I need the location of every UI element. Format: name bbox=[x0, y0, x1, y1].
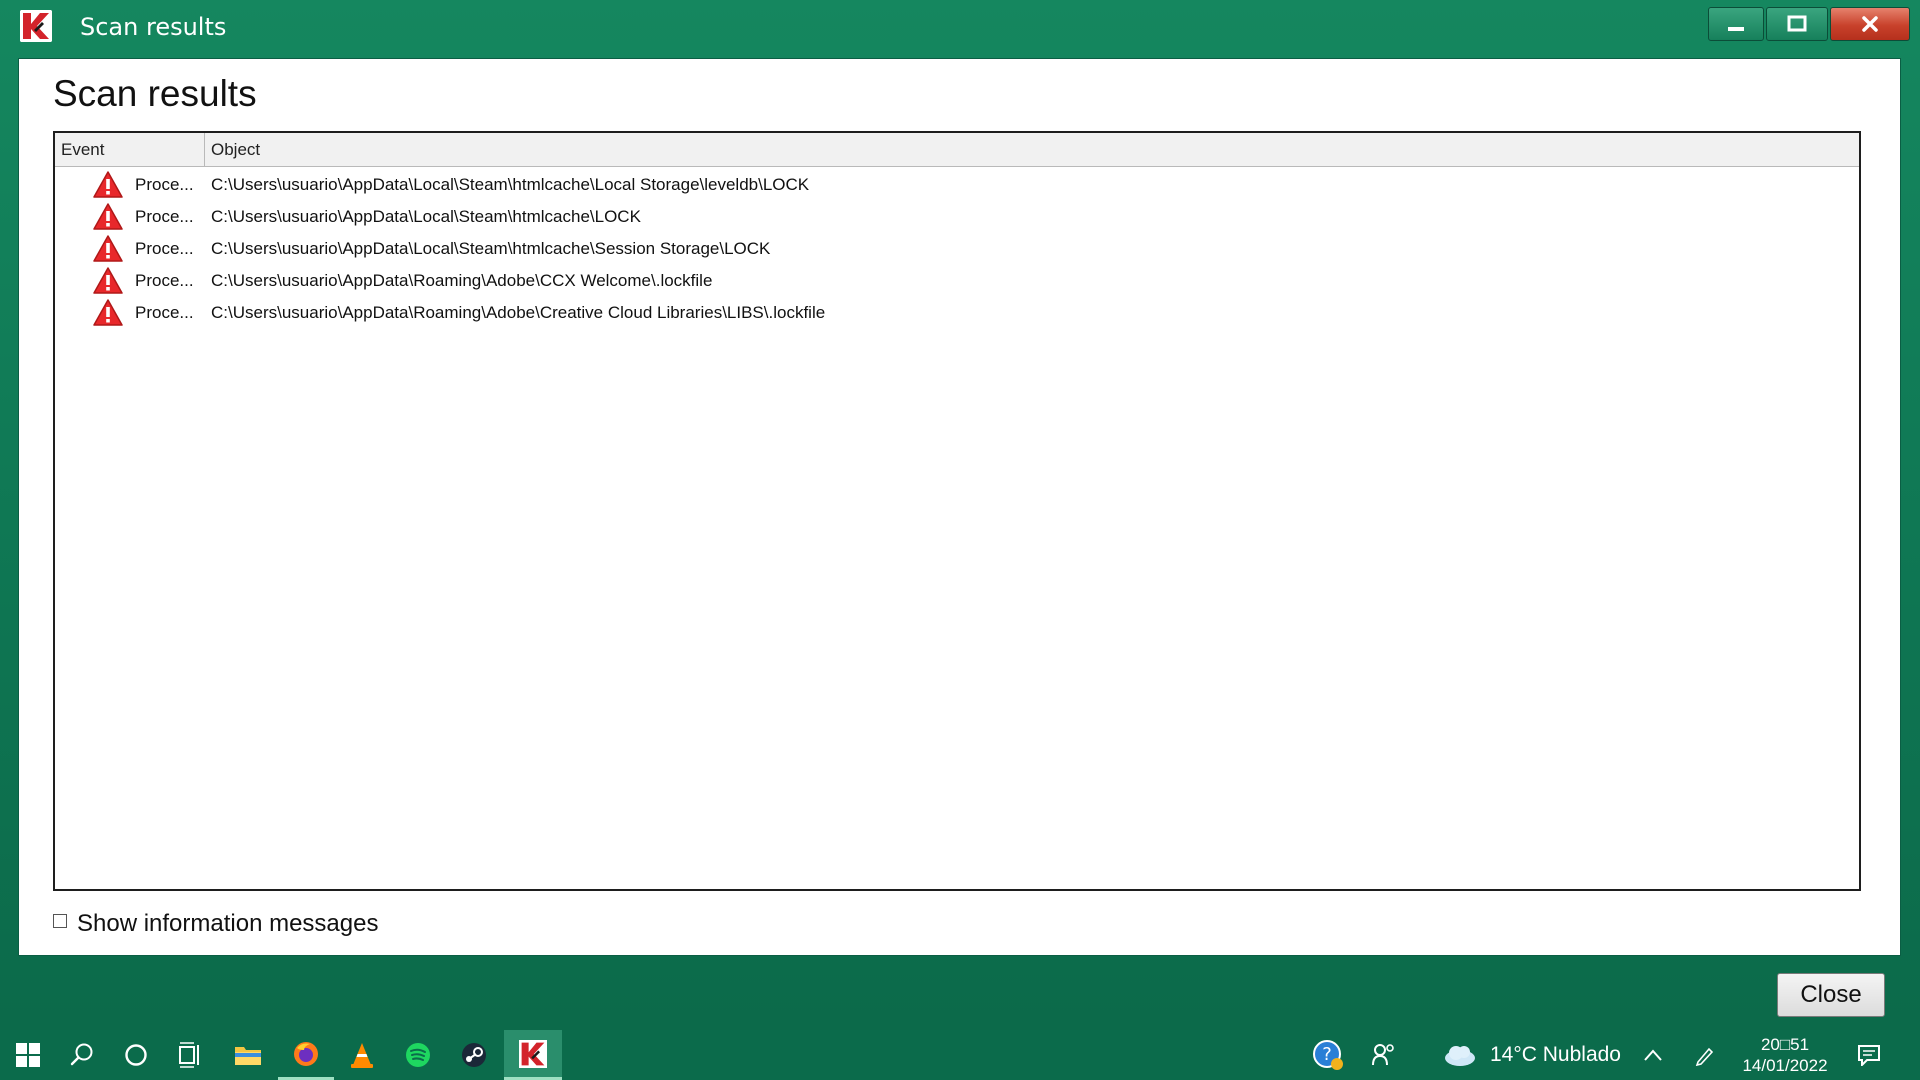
row-event: Proce... bbox=[135, 271, 194, 290]
spotify-icon[interactable] bbox=[390, 1030, 446, 1080]
warning-icon bbox=[93, 235, 123, 262]
help-icon[interactable]: ? bbox=[1300, 1030, 1356, 1080]
content-panel: Scan results Event Object Proce... C:\Us… bbox=[18, 58, 1901, 956]
scan-results-list[interactable]: Event Object Proce... C:\Users\usuario\A… bbox=[53, 131, 1861, 891]
row-event: Proce... bbox=[135, 239, 194, 258]
page-title: Scan results bbox=[53, 73, 257, 114]
vlc-icon[interactable] bbox=[334, 1030, 390, 1080]
warning-icon bbox=[93, 267, 123, 294]
row-event: Proce... bbox=[135, 175, 194, 194]
minimize-icon bbox=[1728, 27, 1744, 31]
window-title: Scan results bbox=[80, 13, 227, 41]
firefox-icon[interactable] bbox=[278, 1030, 334, 1080]
column-header-object[interactable]: Object bbox=[205, 133, 1859, 166]
kaspersky-logo-icon bbox=[20, 10, 52, 42]
row-object: C:\Users\usuario\AppData\Local\Steam\htm… bbox=[211, 207, 641, 226]
close-button[interactable]: Close bbox=[1777, 973, 1885, 1017]
window-close-button[interactable] bbox=[1830, 7, 1910, 41]
file-explorer-icon[interactable] bbox=[220, 1030, 276, 1080]
cortana-icon[interactable] bbox=[108, 1030, 164, 1080]
pen-icon[interactable] bbox=[1682, 1030, 1728, 1080]
search-icon[interactable] bbox=[54, 1030, 110, 1080]
list-header: Event Object bbox=[55, 133, 1859, 167]
chevron-up-icon[interactable] bbox=[1630, 1030, 1676, 1080]
table-row[interactable]: Proce... C:\Users\usuario\AppData\Local\… bbox=[55, 201, 1859, 233]
kaspersky-icon[interactable] bbox=[504, 1030, 562, 1080]
show-info-option[interactable]: Show information messages bbox=[53, 909, 378, 939]
table-row[interactable]: Proce... C:\Users\usuario\AppData\Local\… bbox=[55, 233, 1859, 265]
clock-time: 20□51 bbox=[1760, 1035, 1810, 1054]
warning-icon bbox=[93, 171, 123, 198]
warning-icon bbox=[93, 299, 123, 326]
title-bar[interactable]: Scan results bbox=[0, 0, 1920, 56]
row-object: C:\Users\usuario\AppData\Local\Steam\htm… bbox=[211, 239, 771, 258]
row-event: Proce... bbox=[135, 207, 194, 226]
scan-results-window: Scan results Scan results Event Object P… bbox=[0, 0, 1920, 1030]
table-row[interactable]: Proce... C:\Users\usuario\AppData\Local\… bbox=[55, 169, 1859, 201]
windows-start-icon[interactable] bbox=[0, 1030, 56, 1080]
show-info-checkbox[interactable] bbox=[53, 914, 67, 928]
close-icon bbox=[1862, 16, 1878, 32]
row-object: C:\Users\usuario\AppData\Roaming\Adobe\C… bbox=[211, 271, 713, 290]
weather-text[interactable]: 14°C Nublado bbox=[1490, 1043, 1621, 1067]
svg-text:?: ? bbox=[1322, 1044, 1332, 1065]
maximize-icon bbox=[1787, 15, 1807, 32]
maximize-button[interactable] bbox=[1766, 7, 1828, 41]
table-row[interactable]: Proce... C:\Users\usuario\AppData\Roamin… bbox=[55, 265, 1859, 297]
column-header-event[interactable]: Event bbox=[55, 133, 205, 166]
cloud-weather-icon bbox=[1432, 1030, 1488, 1080]
row-object: C:\Users\usuario\AppData\Roaming\Adobe\C… bbox=[211, 303, 826, 322]
notification-icon[interactable] bbox=[1842, 1030, 1896, 1080]
steam-icon[interactable] bbox=[446, 1030, 502, 1080]
minimize-button[interactable] bbox=[1708, 7, 1764, 41]
result-rows: Proce... C:\Users\usuario\AppData\Local\… bbox=[55, 169, 1859, 329]
taskbar: ? 14°C Nublado 20□51 14/01/2022 bbox=[0, 1030, 1920, 1080]
people-icon[interactable] bbox=[1356, 1030, 1412, 1080]
warning-icon bbox=[93, 203, 123, 230]
task-view-icon[interactable] bbox=[162, 1030, 218, 1080]
row-object: C:\Users\usuario\AppData\Local\Steam\htm… bbox=[211, 175, 810, 194]
clock-date: 14/01/2022 bbox=[1742, 1056, 1828, 1075]
table-row[interactable]: Proce... C:\Users\usuario\AppData\Roamin… bbox=[55, 297, 1859, 329]
show-info-label[interactable]: Show information messages bbox=[77, 910, 378, 938]
clock[interactable]: 20□51 14/01/2022 bbox=[1730, 1034, 1840, 1076]
row-event: Proce... bbox=[135, 303, 194, 322]
